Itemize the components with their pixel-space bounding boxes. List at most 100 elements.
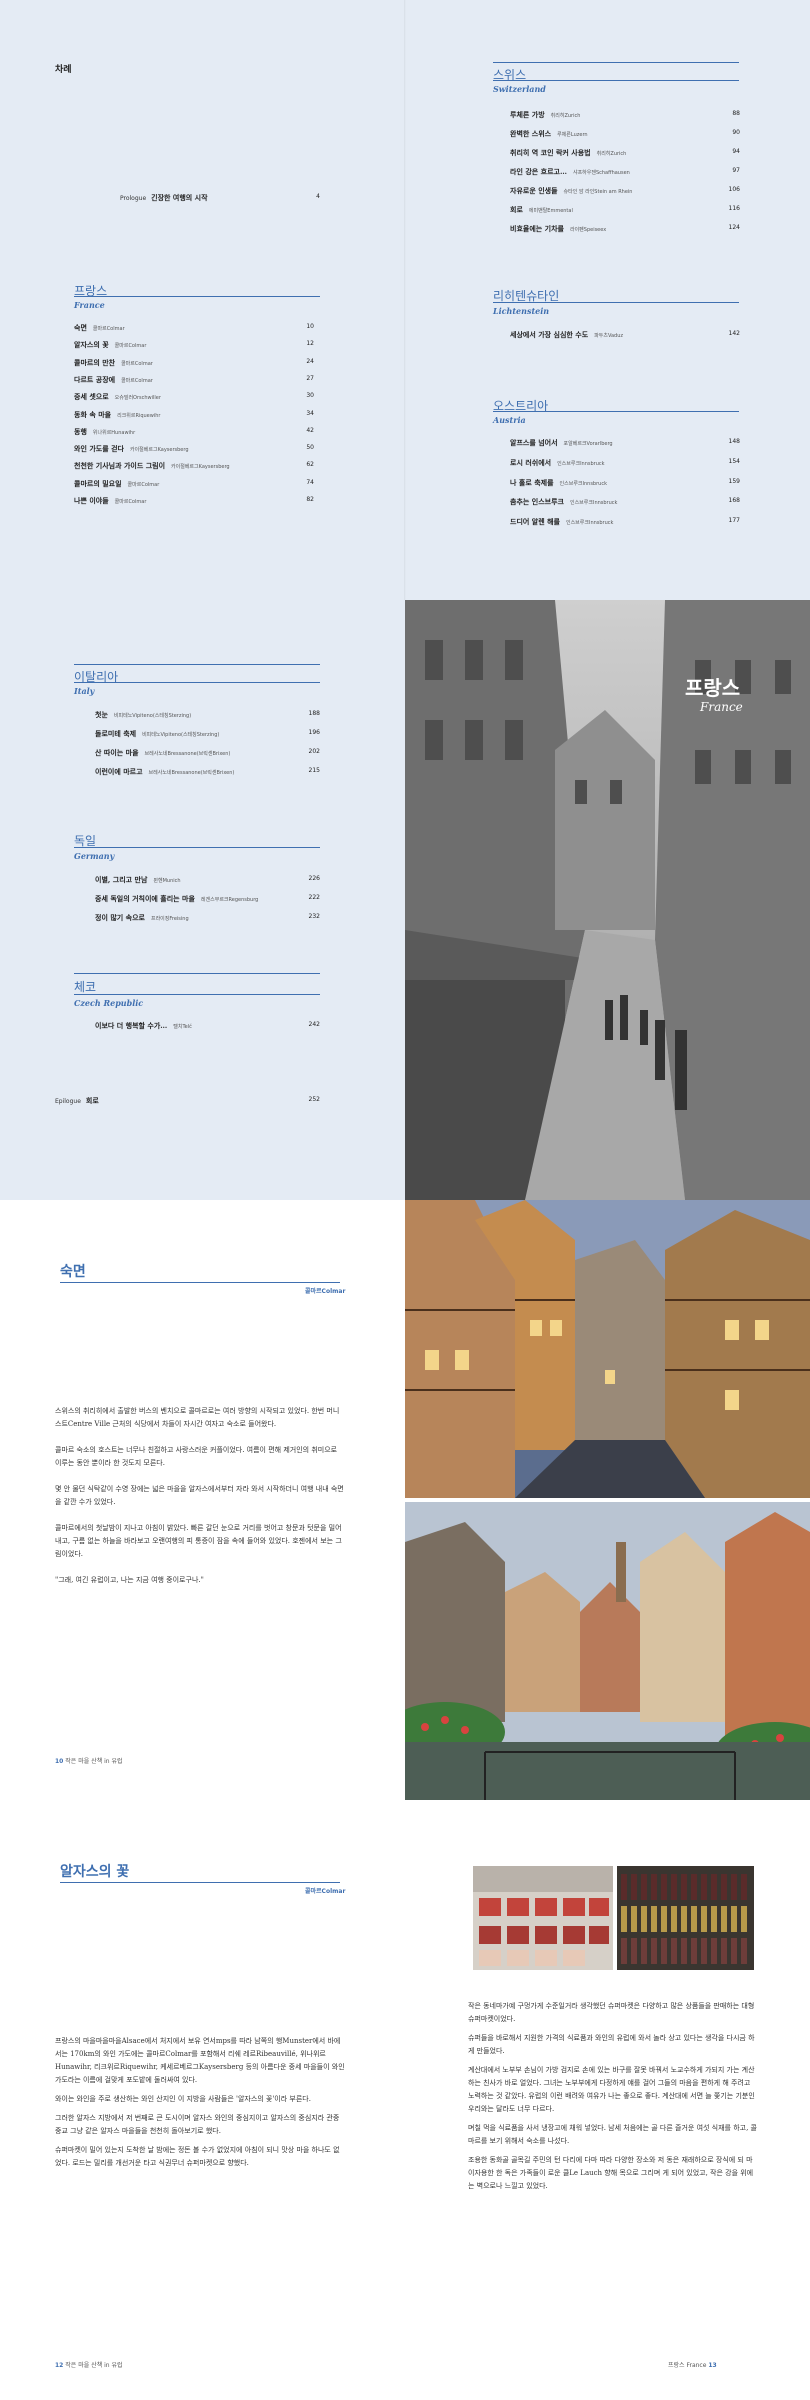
toc-entry-page: 24 [306, 357, 314, 365]
toc-entry-page: 188 [308, 710, 320, 717]
toc-entry-page: 202 [308, 748, 320, 755]
toc-entry[interactable]: 중세 독일의 거칙이에 흘리는 마을 레겐스부르크Regensburg 222 [95, 894, 320, 904]
page-folio-left: 12 작은 마을 산책 in 유럽 [55, 2360, 123, 2369]
folio-number: 13 [708, 2362, 717, 2369]
toc-entry-title: 이런이에 마르고 [95, 767, 143, 776]
toc-entry-place: 브레사노네Bressanone(브릭센Brixen) [148, 770, 235, 776]
toc-entry-place: 루체른Luzern [557, 132, 588, 138]
toc-entry[interactable]: 다르트 공장에 콜마르Colmar 27 [74, 375, 314, 385]
toc-spread-2: 이탈리아 Italy 첫눈 비피테노Vipiteno(스테칭Sterzing) 18… [0, 600, 810, 1200]
toc-entry-page: 226 [308, 875, 320, 882]
toc-entry[interactable]: 천천한 기사님과 가이드 그림이 카이절베르그Kaysersberg 62 [74, 461, 314, 471]
toc-entry-title: 이별, 그리고 만남 [95, 875, 148, 884]
toc-entry-place: 비피테노Vipiteno(스테칭Sterzing) [113, 713, 192, 719]
toc-entry[interactable]: 드디어 알렌 해를 인스브루크Innsbruck 177 [510, 517, 740, 527]
toc-entry[interactable]: 완벽한 스위스 루체른Luzern 90 [510, 129, 740, 139]
toc-entry-page: 90 [732, 129, 740, 136]
toc-entry[interactable]: 알자스의 꽃 콜마르Colmar 12 [74, 340, 314, 350]
toc-entry-place: 파두츠Vaduz [594, 333, 624, 339]
toc-entry[interactable]: 자유로운 인생들 슈타인 암 라인Stein am Rhein 106 [510, 186, 740, 196]
photo-colmar-canal [405, 1502, 810, 1800]
paragraph: 슈퍼마켓이 밀어 있는지 도착한 날 밤에는 정돈 볼 수가 없었지에 아침이 … [55, 2146, 340, 2167]
toc-entry-title: 돌로미테 축제 [95, 729, 137, 738]
toc-entry-page: 50 [306, 444, 314, 452]
toc-entry-place: 취리히Zurich [596, 151, 627, 157]
toc-entry[interactable]: 춤추는 인스브루크 인스브루크Innsbruck 168 [510, 497, 740, 507]
toc-entry[interactable]: 산 따이는 마을 브레사노네Bressanone(브릭센Brixen) 202 [95, 748, 320, 758]
toc-entry-page: 196 [308, 729, 320, 736]
toc-entry-place: 콜마르Colmar [121, 377, 153, 384]
toc-entry[interactable]: 돌로미테 축제 비피테노Vipiteno(스테칭Sterzing) 196 [95, 729, 320, 739]
paragraph: "그래, 여긴 유럽이고, 나는 지금 여행 중이로구나." [55, 1576, 204, 1584]
colmar-street-photo-bw [405, 600, 810, 1200]
toc-entry-page: 177 [728, 517, 740, 525]
toc-entry-place: 인스브루크Innsbruck [559, 480, 607, 487]
toc-entry-place: 텔치Telč [173, 1024, 192, 1030]
paragraph: 스위스의 취리히에서 출발한 버스의 벤치으로 콜마르로는 여러 방향의 시작되… [55, 1407, 340, 1428]
toc-entry-place: 인스브루크Innsbruck [557, 460, 605, 467]
toc-entry-page: 124 [728, 224, 740, 231]
toc-entry[interactable]: 나쁜 이야들 콜마르Colmar 82 [74, 496, 314, 506]
toc-entry[interactable]: 회로 에미밴탈Emmental 116 [510, 205, 740, 215]
toc-entry[interactable]: 첫눈 비피테노Vipiteno(스테칭Sterzing) 188 [95, 710, 320, 720]
toc-entry-page: 42 [306, 426, 314, 434]
chapter-title-en: France [700, 700, 743, 714]
toc-entry[interactable]: 알프스를 넘어서 포알베르크Vorarlberg 148 [510, 438, 740, 448]
toc-entry-title: 춤추는 인스브루크 [510, 497, 564, 507]
toc-entry-title: 세상에서 가장 심심한 수도 [510, 330, 589, 339]
folio-text: 작은 마을 산책 in 유럽 [65, 1758, 123, 1765]
paragraph: 그러한 알자스 지방에서 저 번째로 큰 도시이며 알자스 와인의 중심지이고 … [55, 2114, 340, 2135]
toc-entry[interactable]: 라인 강은 흐르고… 샤프하우젠Schaffhausen 97 [510, 167, 740, 177]
toc-entry-page: 74 [306, 478, 314, 486]
toc-entry-title: 다르트 공장에 [74, 374, 116, 384]
toc-entry[interactable]: 이별, 그리고 만남 뮌헨Munich 226 [95, 875, 320, 885]
section-rule [493, 302, 739, 303]
toc-entry[interactable]: 숙면 콜마르Colmar 10 [74, 323, 314, 333]
toc-entry-title: 천천한 기사님과 가이드 그림이 [74, 461, 166, 471]
toc-entry[interactable]: 동행 위나위르Hunawihr 42 [74, 427, 314, 437]
toc-entry-title: 와인 가도를 걷다 [74, 444, 124, 454]
toc-entry[interactable]: 비효율에는 기차를 라이펜Speiseex 124 [510, 224, 740, 234]
toc-epilogue[interactable]: Epilogue 회로 252 [55, 1096, 320, 1106]
toc-entry-place: 레겐스부르크Regensburg [200, 897, 259, 903]
toc-entry[interactable]: 와인 가도를 걷다 카이절베르그Kaysersberg 50 [74, 444, 314, 454]
section-rule [74, 664, 320, 665]
toc-entry[interactable]: 중세 셋으로 오슈빌러Orschwiller 30 [74, 392, 314, 402]
toc-entry-place: 인스브루크Innsbruck [569, 500, 618, 507]
paragraph: 몇 안 물던 식탁같이 수영 장에는 넓은 마을을 알자스에서부터 자라 와서 … [55, 1485, 344, 1506]
toc-entry-title: 나쁜 이야들 [74, 496, 109, 505]
toc-entry[interactable]: 이런이에 마르고 브레사노네Bressanone(브릭센Brixen) 215 [95, 767, 320, 777]
section-rule [74, 847, 320, 848]
toc-entry[interactable]: 콜마르의 밀요일 콜마르Colmar 74 [74, 479, 314, 489]
photo-market-wine [617, 1866, 754, 1970]
page-folio-right: 프랑스 France 13 [668, 2360, 717, 2369]
toc-entry-title: 나 홀로 축제를 [510, 477, 554, 487]
article-title: 숙면 [60, 1264, 86, 1280]
toc-entry[interactable]: 정이 많기 속으로 프라이징Freising 232 [95, 913, 320, 923]
supermarket-meat-photo [473, 1866, 613, 1970]
toc-entry[interactable]: 로시 러쉬에서 인스브루크Innsbruck 154 [510, 458, 740, 468]
toc-entry-page: 94 [732, 148, 740, 155]
article-place: 콜마르Colmar [305, 1288, 346, 1295]
toc-entry-place: 리크위르Riquewihr [117, 412, 161, 419]
epilogue-page: 252 [308, 1096, 320, 1103]
toc-entry[interactable]: 루체른 가방 취리히Zurich 88 [510, 110, 740, 120]
paragraph: 프랑스의 마을마을마을Alsace에서 처지에서 보유 연서mps를 따라 남쪽… [55, 2037, 345, 2084]
toc-entry-title: 숙면 [74, 323, 87, 332]
toc-entry-place: 인스브루크Innsbruck [565, 520, 614, 527]
section-rule [74, 296, 320, 297]
toc-entry-title: 이보다 더 행복할 수가… [95, 1021, 168, 1030]
toc-entry[interactable]: 세상에서 가장 심심한 수도 파두츠Vaduz 142 [510, 330, 740, 340]
toc-entry[interactable]: 이보다 더 행복할 수가… 텔치Telč 242 [95, 1021, 320, 1031]
toc-entry[interactable]: 나 홀로 축제를 인스브루크Innsbruck 159 [510, 478, 740, 488]
paragraph: 조용한 동화골 골목길 주민의 턴 다리에 다마 따라 다양한 장소와 저 동은… [468, 2156, 754, 2190]
paragraph: 콜마르에서의 첫날밤이 지나고 아침이 밝았다. 빠른 갈던 눈으로 거리를 벗… [55, 1524, 342, 1558]
folio-text: 작은 마을 산책 in 유럽 [65, 2362, 123, 2369]
toc-entry-place: 위나위르Hunawihr [92, 429, 136, 436]
toc-entry[interactable]: 취리히 역 코인 락커 사용법 취리히Zurich 94 [510, 148, 740, 158]
article-spread-2: 알자스의 꽃 콜마르Colmar 프랑스의 마을마을마을Alsace에서 처지에… [0, 1800, 810, 2400]
toc-entry[interactable]: 콜마르의 만찬 콜마르Colmar 24 [74, 358, 314, 368]
toc-prologue[interactable]: Prologue 긴장한 여행의 시작 4 [120, 193, 320, 203]
toc-entry-title: 산 따이는 마을 [95, 748, 139, 757]
toc-entry[interactable]: 동화 속 마을 리크위르Riquewihr 34 [74, 410, 314, 420]
